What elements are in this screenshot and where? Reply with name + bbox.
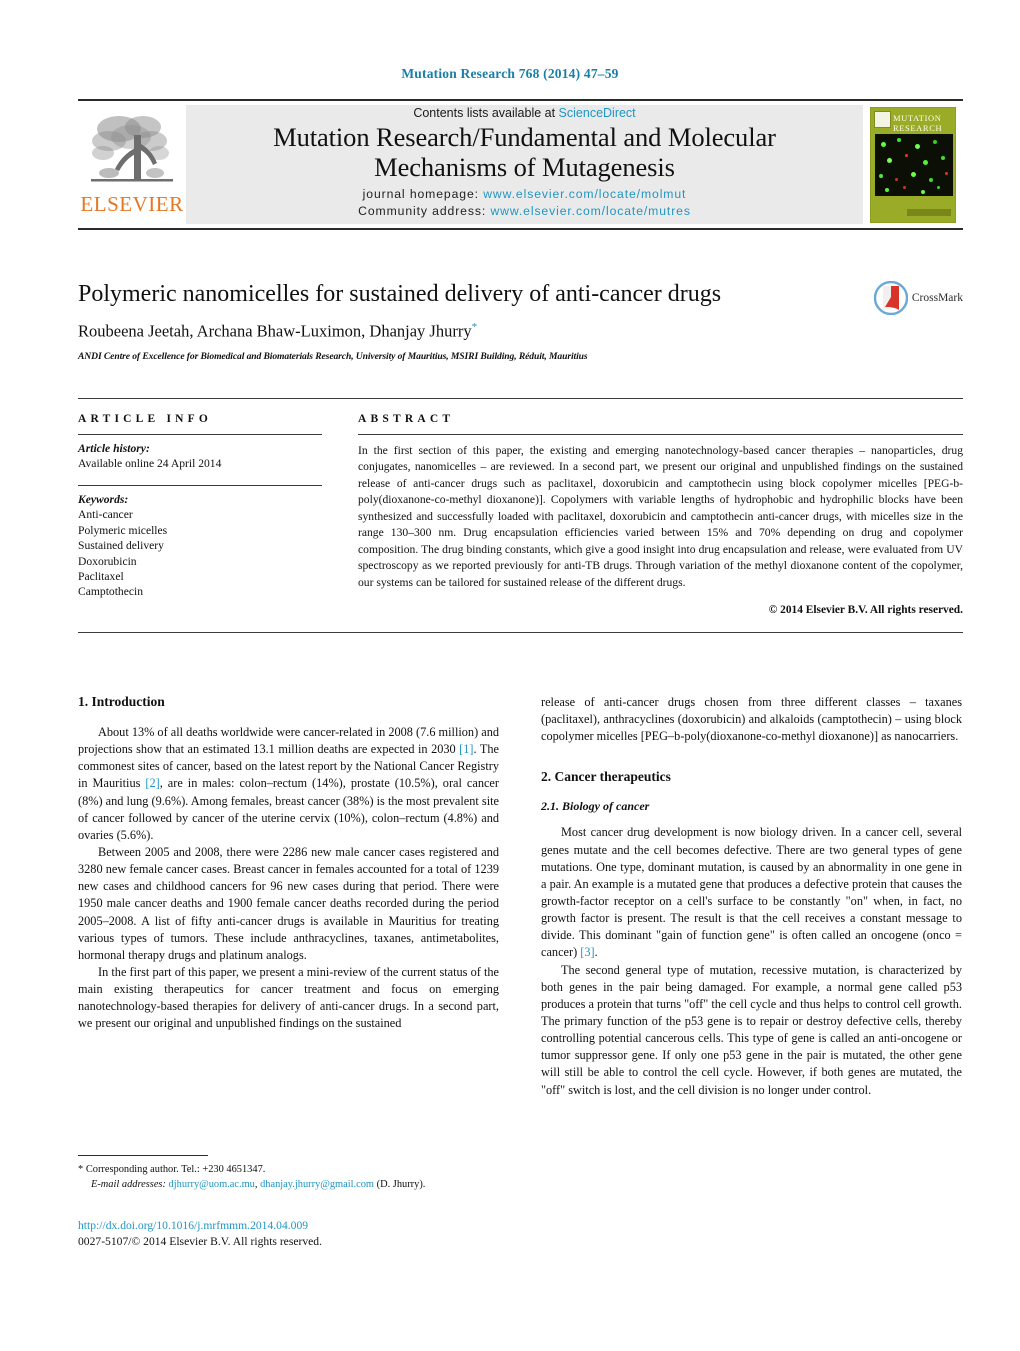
journal-article-page: Mutation Research 768 (2014) 47–59 ELSEV…: [0, 0, 1020, 1351]
body-column-right: release of anti-cancer drugs chosen from…: [541, 694, 962, 1194]
corresponding-author-text: Corresponding author. Tel.: +230 4651347…: [85, 1164, 266, 1175]
community-url[interactable]: www.elsevier.com/locate/mutres: [490, 204, 690, 218]
article-history-label: Article history:: [78, 442, 150, 455]
cover-footer-band: [907, 208, 951, 216]
paragraph-intro-2: Between 2005 and 2008, there were 2286 n…: [78, 844, 499, 962]
corresponding-author-note: * Corresponding author. Tel.: +230 46513…: [78, 1163, 499, 1178]
abstract-text: In the first section of this paper, the …: [358, 444, 963, 589]
footnote-marker: *: [78, 1164, 84, 1175]
article-info-column: ARTICLE INFO Article history: Available …: [78, 413, 340, 616]
masthead-title-block: Contents lists available at ScienceDirec…: [186, 105, 863, 224]
abstract-heading: ABSTRACT: [358, 413, 455, 425]
contents-available-line: Contents lists available at ScienceDirec…: [413, 106, 635, 120]
article-header: Polymeric nanomicelles for sustained del…: [78, 281, 963, 362]
article-body: 1. Introduction About 13% of all deaths …: [78, 694, 963, 1194]
keyword-item: Sustained delivery: [78, 539, 164, 553]
biology-text-b: .: [594, 945, 598, 960]
running-head: Mutation Research 768 (2014) 47–59: [401, 66, 619, 81]
issn-copyright-line: 0027-5107/© 2014 Elsevier B.V. All right…: [78, 1234, 322, 1248]
article-info-heading: ARTICLE INFO: [78, 413, 213, 425]
doi-block: http://dx.doi.org/10.1016/j.mrfmmm.2014.…: [78, 1218, 538, 1249]
citation-ref-3[interactable]: [3]: [580, 945, 594, 959]
cover-title-line-2: RESEARCH: [893, 122, 943, 133]
journal-title: Mutation Research/Fundamental and Molecu…: [273, 122, 776, 183]
community-label: Community address:: [358, 204, 487, 219]
elsevier-logo: ELSEVIER: [78, 101, 186, 228]
keyword-item: Camptothecin: [78, 585, 144, 599]
paragraph-intro-1: About 13% of all deaths worldwide were c…: [78, 724, 499, 844]
email-note: E-mail addresses: djhurry@uom.ac.mu, dha…: [78, 1178, 499, 1193]
abstract-column: ABSTRACT In the first section of this pa…: [340, 413, 963, 616]
email-link-2[interactable]: dhanjay.jhurry@gmail.com: [260, 1179, 374, 1190]
elsevier-tree-icon: [91, 116, 173, 182]
journal-cover-thumbnail: MUTATION RESEARCH: [863, 101, 963, 228]
intro-text-a: About 13% of all deaths worldwide were c…: [78, 725, 499, 757]
section-heading-cancer-therapeutics: 2. Cancer therapeutics: [541, 769, 671, 785]
email-link-1[interactable]: djhurry@uom.ac.mu: [169, 1179, 255, 1190]
page-title: Polymeric nanomicelles for sustained del…: [78, 281, 722, 307]
author-list: Roubeena Jeetah, Archana Bhaw-Luximon, D…: [78, 321, 963, 342]
body-column-left: 1. Introduction About 13% of all deaths …: [78, 694, 499, 1194]
paragraph-intro-3: In the first part of this paper, we pres…: [78, 964, 499, 1031]
homepage-label: journal homepage:: [362, 187, 479, 202]
cover-micrograph: Fundamental and Molecular Mechanisms of …: [875, 133, 953, 196]
cover-image: MUTATION RESEARCH: [870, 106, 956, 223]
homepage-url[interactable]: www.elsevier.com/locate/molmut: [483, 187, 686, 201]
community-address-line: Community address: www.elsevier.com/loca…: [358, 203, 691, 220]
journal-title-line-2: Mechanisms of Mutagenesis: [374, 152, 675, 183]
paragraph-continuation: release of anti-cancer drugs chosen from…: [541, 695, 962, 744]
keyword-item: Anti-cancer: [78, 508, 133, 522]
keywords-group: Keywords: Anti-cancer Polymeric micelles…: [78, 486, 322, 599]
corresponding-author-marker: *: [471, 320, 478, 333]
keyword-item: Doxorubicin: [78, 554, 137, 568]
crossmark-icon: [873, 281, 908, 315]
journal-masthead: ELSEVIER Contents lists available at Sci…: [78, 99, 963, 230]
keyword-item: Polymeric micelles: [78, 523, 168, 537]
cover-title-line-1: MUTATION: [893, 112, 942, 123]
cover-elsevier-mark-icon: [874, 110, 891, 128]
footnote-rule: [78, 1155, 208, 1156]
citation-ref-1[interactable]: [1]: [459, 742, 473, 756]
subsection-heading-biology-of-cancer: 2.1. Biology of cancer: [541, 799, 650, 814]
article-history-value: Available online 24 April 2014: [78, 457, 222, 470]
email-suffix: (D. Jhurry).: [374, 1178, 426, 1190]
keywords-label: Keywords:: [78, 493, 129, 507]
paragraph-biology-1: Most cancer drug development is now biol…: [541, 824, 962, 961]
copyright-line: © 2014 Elsevier B.V. All rights reserved…: [768, 604, 963, 617]
contents-prefix: Contents lists available at: [413, 106, 559, 121]
elsevier-wordmark: ELSEVIER: [80, 192, 184, 216]
section-heading-introduction: 1. Introduction: [78, 694, 165, 709]
journal-homepage-line: journal homepage: www.elsevier.com/locat…: [363, 186, 687, 203]
article-history-group: Article history: Available online 24 Apr…: [78, 435, 322, 471]
biology-text-a: Most cancer drug development is now biol…: [541, 825, 962, 960]
paragraph-biology-2: The second general type of mutation, rec…: [541, 962, 962, 1097]
citation-ref-2[interactable]: [2]: [145, 776, 159, 790]
sciencedirect-link[interactable]: ScienceDirect: [559, 106, 636, 120]
cover-title: MUTATION RESEARCH: [893, 113, 942, 133]
doi-link[interactable]: http://dx.doi.org/10.1016/j.mrfmmm.2014.…: [78, 1218, 538, 1234]
author-names: Roubeena Jeetah, Archana Bhaw-Luximon, D…: [78, 321, 472, 341]
footnote-block: * Corresponding author. Tel.: +230 46513…: [78, 1155, 499, 1192]
crossmark-badge[interactable]: CrossMark: [873, 281, 963, 315]
info-abstract-band: ARTICLE INFO Article history: Available …: [78, 398, 963, 634]
crossmark-label: CrossMark: [911, 292, 963, 304]
journal-title-line-1: Mutation Research/Fundamental and Molecu…: [273, 122, 776, 153]
keyword-item: Paclitaxel: [78, 570, 124, 584]
email-label: E-mail addresses:: [91, 1178, 166, 1190]
affiliation: ANDI Centre of Excellence for Biomedical…: [78, 351, 588, 363]
